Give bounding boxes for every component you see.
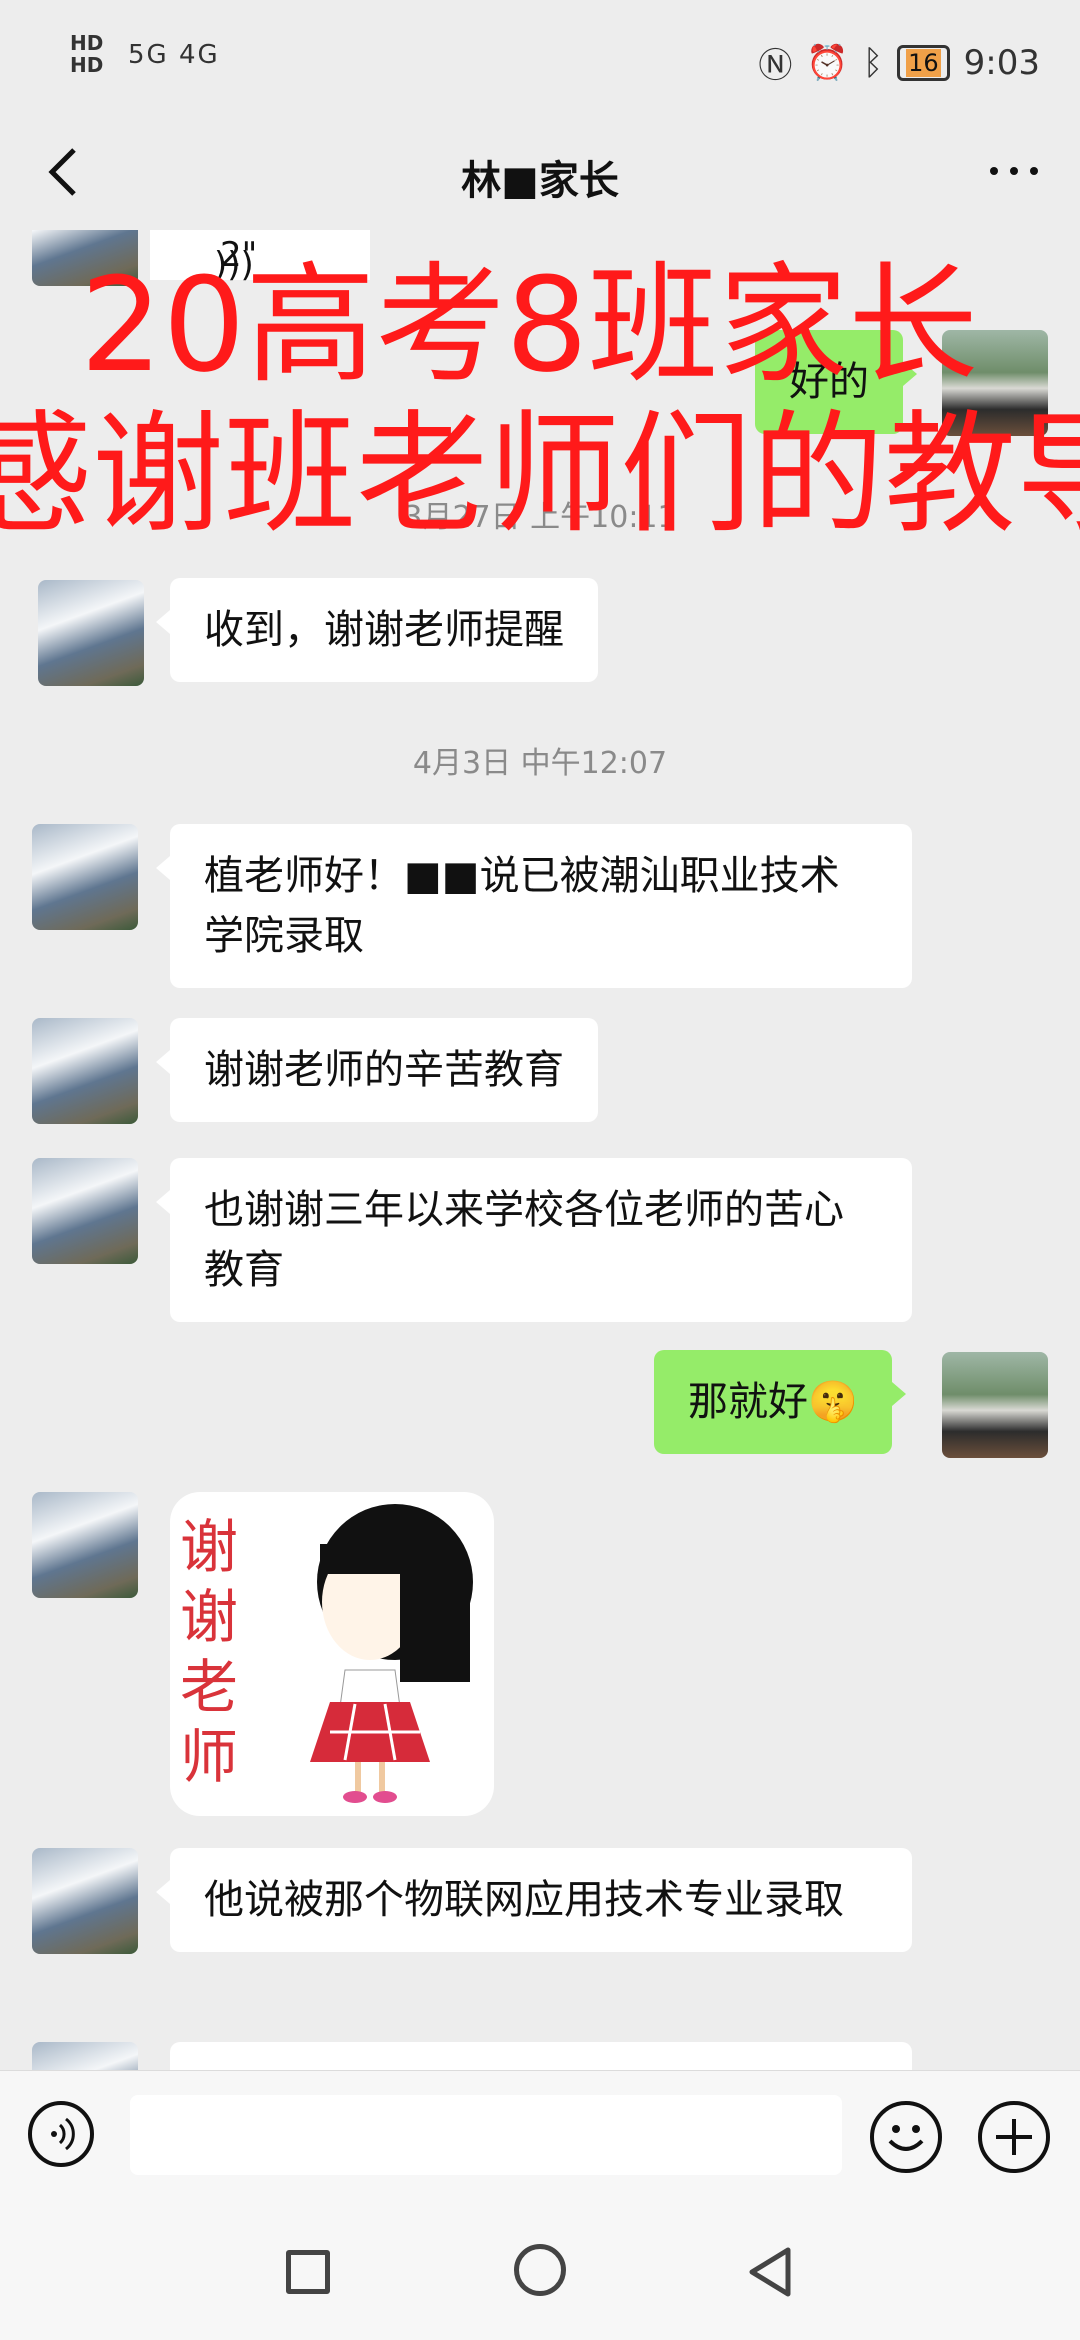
hd-indicator-1: HD [70, 31, 104, 55]
avatar[interactable] [32, 1018, 138, 1124]
alarm-icon: ⏰ [806, 42, 849, 83]
avatar[interactable] [38, 580, 144, 686]
message-bubble[interactable]: 那就好🤫 [654, 1350, 906, 1454]
emoji-icon[interactable] [870, 2101, 942, 2173]
plus-icon[interactable] [978, 2101, 1050, 2173]
message-bubble[interactable]: 也谢谢三年以来学校各位老师的苦心教育 [156, 1158, 912, 1322]
message-bubble[interactable]: 谢谢老师的辛苦教育 [156, 1018, 598, 1122]
cartoon-girl-icon [310, 1504, 473, 1803]
battery-level: 16 [906, 48, 941, 77]
battery-icon: 16 [897, 44, 950, 81]
hd-indicator-2: HD [70, 53, 104, 77]
status-icons: Ⓝ ⏰ ᛒ 16 9:03 [758, 38, 1040, 87]
more-dots-glyph [990, 167, 1038, 175]
avatar[interactable] [32, 1848, 138, 1954]
more-dots-icon[interactable] [984, 156, 1044, 186]
avatar[interactable] [32, 1158, 138, 1264]
message-bubble-partial[interactable] [170, 2042, 912, 2070]
signal-icon: 5G 4G [128, 40, 220, 70]
network-indicators: HD HD [70, 32, 103, 76]
avatar[interactable] [942, 1352, 1048, 1458]
clock: 9:03 [963, 42, 1040, 83]
overlay-caption-line-1: 20高考8班家长 [80, 249, 979, 401]
message-text-input[interactable] [130, 2095, 842, 2175]
plus-glyph [996, 2119, 1032, 2155]
signal-text: 5G 4G [128, 40, 220, 70]
timestamp: 4月3日 中午12:07 [412, 746, 668, 781]
chat-header: 林■家长 [0, 120, 1080, 230]
voice-icon[interactable] [28, 2101, 94, 2167]
overlay-caption-line-2: 感谢班老师们的教导 [0, 400, 1080, 550]
message-bubble[interactable]: 植老师好！■■说已被潮汕职业技术学院录取 [156, 824, 912, 988]
status-bar: HD HD 5G 4G Ⓝ ⏰ ᛒ 16 9:03 [0, 0, 1080, 120]
message-input-bar [0, 2070, 1080, 2201]
chat-title: 林■家长 [461, 158, 619, 204]
avatar[interactable] [32, 2042, 138, 2070]
triangle-back-icon[interactable] [744, 2244, 794, 2300]
emoji-glyph [888, 2125, 924, 2151]
bluetooth-icon: ᛒ [862, 42, 884, 83]
sticker-message[interactable]: 谢谢老师 [170, 1492, 494, 1816]
circle-icon[interactable] [514, 2244, 566, 2296]
avatar[interactable] [32, 1492, 138, 1598]
square-icon[interactable] [286, 2250, 330, 2294]
nfc-icon: Ⓝ [758, 46, 793, 86]
message-bubble[interactable]: 收到，谢谢老师提醒 [156, 578, 598, 682]
system-navigation-bar [0, 2200, 1080, 2340]
avatar[interactable] [32, 824, 138, 930]
voice-glyph [51, 2117, 75, 2151]
message-bubble[interactable]: 他说被那个物联网应用技术专业录取 [156, 1848, 912, 1952]
